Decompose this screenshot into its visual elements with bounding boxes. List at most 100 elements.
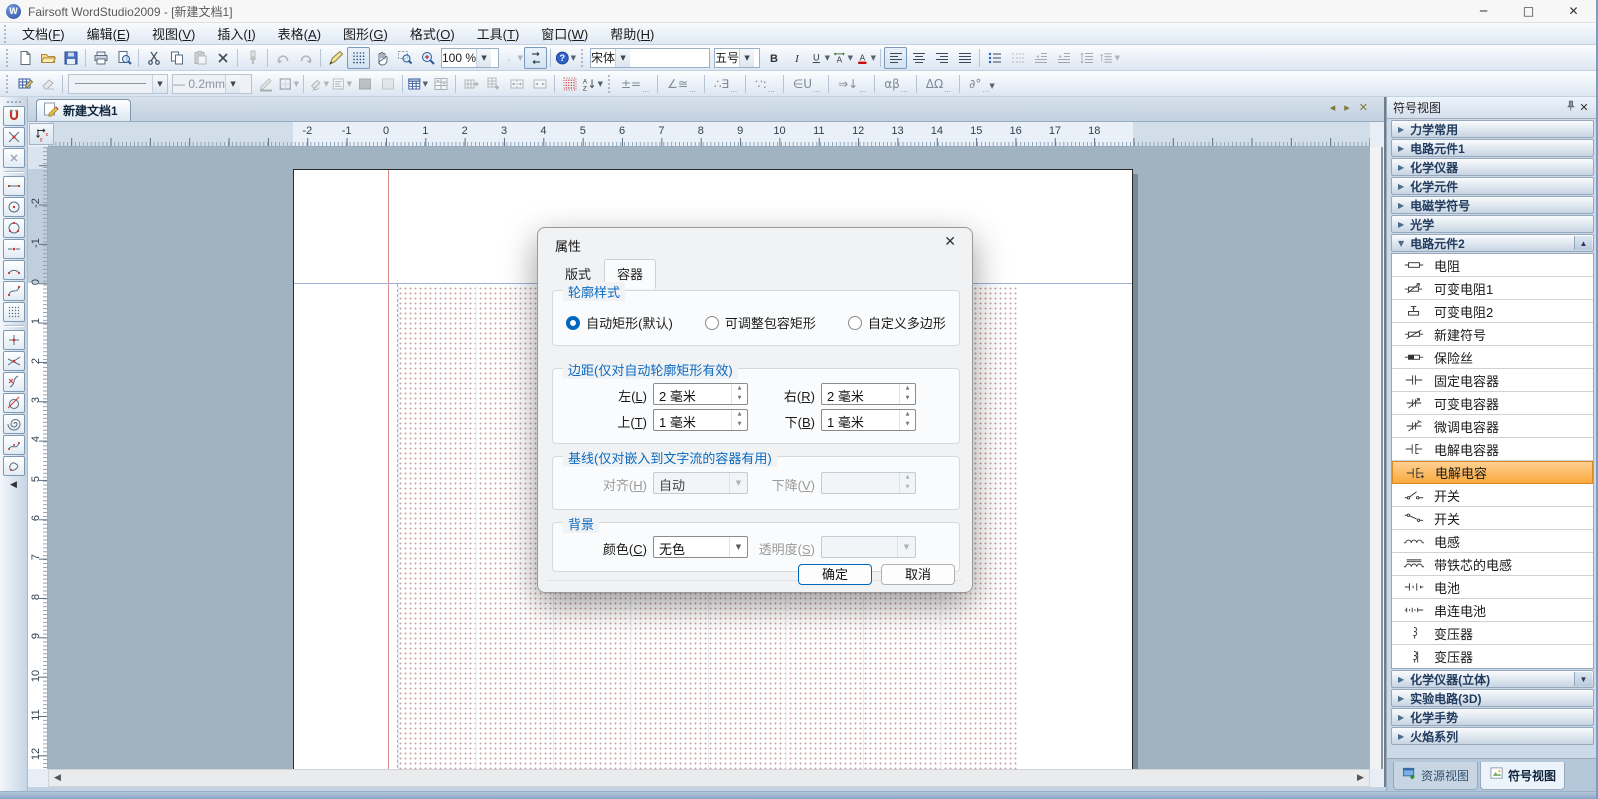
symbol-group-化学元件[interactable]: ▶化学元件 xyxy=(1391,177,1594,195)
symbol-item-固定电容器[interactable]: 固定电容器 xyxy=(1392,369,1593,392)
spiral-tool[interactable] xyxy=(3,414,25,434)
ruler-origin-button[interactable]: xy xyxy=(29,123,54,145)
pen-color-button[interactable] xyxy=(254,73,277,95)
point-tool[interactable] xyxy=(3,330,25,350)
symbol-item-新建符号[interactable]: 新建符号 xyxy=(1392,323,1593,346)
sort-button[interactable]: AZ▼ xyxy=(581,73,604,95)
insert-row-button[interactable] xyxy=(459,73,482,95)
symbol-group-电路元件1[interactable]: ▶电路元件1 xyxy=(1391,139,1594,157)
menu-h[interactable]: 帮助(H) xyxy=(599,22,665,45)
curve-cut-tool[interactable] xyxy=(3,372,25,392)
background-transparency-select[interactable]: ▼ xyxy=(821,536,916,558)
circle-center-tool[interactable] xyxy=(3,197,25,217)
symbol-group-化学仪器(立体)[interactable]: ▶化学仪器(立体)▼ xyxy=(1391,670,1594,688)
vertical-scrollbar[interactable] xyxy=(1370,147,1384,769)
vertical-scrollbar-thumb[interactable] xyxy=(1381,147,1383,769)
line-cross-tool[interactable] xyxy=(3,351,25,371)
toolbar-collapse-arrow[interactable]: ◀ xyxy=(6,480,22,496)
zoom-dynamic-button[interactable] xyxy=(416,47,439,69)
toolbar-grip[interactable] xyxy=(607,74,612,94)
circle-3point-tool[interactable] xyxy=(3,218,25,238)
symbol-item-可变电阻2[interactable]: 可变电阻2 xyxy=(1392,300,1593,323)
menu-e[interactable]: 编辑(E) xyxy=(76,22,141,45)
borders-button[interactable]: ▼ xyxy=(277,73,300,95)
margin-spinner-B[interactable]: 1 毫米▲▼ xyxy=(821,409,916,431)
zoom-area-button[interactable] xyxy=(393,47,416,69)
toolbar-grip[interactable] xyxy=(5,74,10,94)
bezier-tool[interactable] xyxy=(3,281,25,301)
panel-tab-符号视图[interactable]: 符号视图 xyxy=(1480,762,1565,790)
pan-hand-button[interactable] xyxy=(370,47,393,69)
horizontal-scrollbar[interactable]: ◀ ▶ xyxy=(48,769,1370,787)
symbol-group-化学手势[interactable]: ▶化学手势 xyxy=(1391,708,1594,726)
toolbar-grip[interactable] xyxy=(580,48,585,68)
menubar-grip[interactable] xyxy=(3,24,8,44)
panel-close-icon[interactable]: ✕ xyxy=(1576,101,1592,114)
numbered-list-button[interactable] xyxy=(983,47,1006,69)
margin-spinner-R[interactable]: 2 毫米▲▼ xyxy=(821,383,916,405)
scroll-up-icon[interactable]: ▲ xyxy=(1574,236,1592,250)
symbol-group-光学[interactable]: ▶光学 xyxy=(1391,215,1594,233)
table-draw-button[interactable] xyxy=(13,73,36,95)
align-center-button[interactable] xyxy=(907,47,930,69)
tab-close-icon[interactable]: ✕ xyxy=(1359,101,1368,114)
menu-a[interactable]: 表格(A) xyxy=(267,22,332,45)
intersect-point-tool[interactable] xyxy=(3,127,25,147)
char-scale-button[interactable]: A▼ xyxy=(831,47,854,69)
close-button[interactable]: ✕ xyxy=(1551,0,1596,22)
arc-tool[interactable] xyxy=(3,260,25,280)
cancel-button[interactable]: 取消 xyxy=(881,564,955,585)
symbol-item-变压器[interactable]: 变压器 xyxy=(1392,645,1593,668)
math-palette-ΔΩ[interactable]: ΔΩ… xyxy=(920,76,956,92)
menu-t[interactable]: 工具(T) xyxy=(466,22,531,45)
grid-toggle-button[interactable] xyxy=(347,47,370,69)
line-style-combo[interactable]: ▼ xyxy=(68,74,168,94)
background-color-select[interactable]: 无色 ▼ xyxy=(653,536,748,558)
symbol-item-可变电容器[interactable]: 可变电容器 xyxy=(1392,392,1593,415)
vertical-ruler[interactable]: -2-10123456789101112 xyxy=(28,147,48,769)
indent-decrease-button[interactable] xyxy=(1029,47,1052,69)
scroll-down-icon[interactable]: ▼ xyxy=(1574,672,1592,686)
ok-button[interactable]: 确定 xyxy=(798,564,872,585)
drawing-toolbar-grip[interactable] xyxy=(6,100,22,104)
font-color-button[interactable]: A▼ xyxy=(854,47,877,69)
help-button[interactable]: ?▼ xyxy=(554,47,577,69)
align-right-button[interactable] xyxy=(930,47,953,69)
symbol-item-开关[interactable]: 开关 xyxy=(1392,507,1593,530)
snap-grid-button[interactable] xyxy=(558,73,581,95)
menu-w[interactable]: 窗口(W) xyxy=(530,22,599,45)
merge-cells-button[interactable] xyxy=(528,73,551,95)
symbol-item-微调电容器[interactable]: 微调电容器 xyxy=(1392,415,1593,438)
print-button[interactable] xyxy=(89,47,112,69)
symbol-group-力学常用[interactable]: ▶力学常用 xyxy=(1391,120,1594,138)
cell-align-button[interactable]: ▼ xyxy=(330,73,353,95)
eraser-button[interactable] xyxy=(36,73,59,95)
open-folder-button[interactable] xyxy=(36,47,59,69)
horizontal-ruler[interactable]: -2-10123456789101112131415161718 xyxy=(48,122,1370,147)
symbol-group-电磁学符号[interactable]: ▶电磁学符号 xyxy=(1391,196,1594,214)
menu-v[interactable]: 视图(V) xyxy=(141,22,206,45)
outline-radio-0[interactable]: 自动矩形(默认) xyxy=(566,313,673,332)
align-justify-button[interactable] xyxy=(953,47,976,69)
cut-button[interactable] xyxy=(142,47,165,69)
format-painter-button[interactable] xyxy=(241,47,264,69)
dialog-close-icon[interactable]: ✕ xyxy=(944,234,956,250)
font-combo[interactable]: 宋体▼ xyxy=(590,48,710,68)
segment-tool[interactable] xyxy=(3,176,25,196)
scroll-right-arrow-icon[interactable]: ▶ xyxy=(1352,773,1369,783)
zoom-combo[interactable]: 100 %▼ xyxy=(441,48,499,68)
math-palette-αβ[interactable]: αβ… xyxy=(878,76,913,92)
math-palette-∴∃[interactable]: ∴∃… xyxy=(708,76,742,92)
magnet-tool[interactable] xyxy=(3,106,25,126)
save-button[interactable] xyxy=(59,47,82,69)
maximize-button[interactable]: □ xyxy=(1506,0,1551,22)
symbol-group-实验电路(3D)[interactable]: ▶实验电路(3D) xyxy=(1391,689,1594,707)
insert-table-button[interactable]: ▼ xyxy=(406,73,429,95)
menu-o[interactable]: 格式(O) xyxy=(399,22,466,45)
bold-button[interactable]: B xyxy=(762,47,785,69)
shading-dark-button[interactable] xyxy=(353,73,376,95)
circle-tangent-tool[interactable] xyxy=(3,393,25,413)
insert-column-button[interactable] xyxy=(482,73,505,95)
spinner-arrows-icon[interactable]: ▲▼ xyxy=(899,473,915,493)
math-palette-±=[interactable]: ±=… xyxy=(615,76,654,92)
